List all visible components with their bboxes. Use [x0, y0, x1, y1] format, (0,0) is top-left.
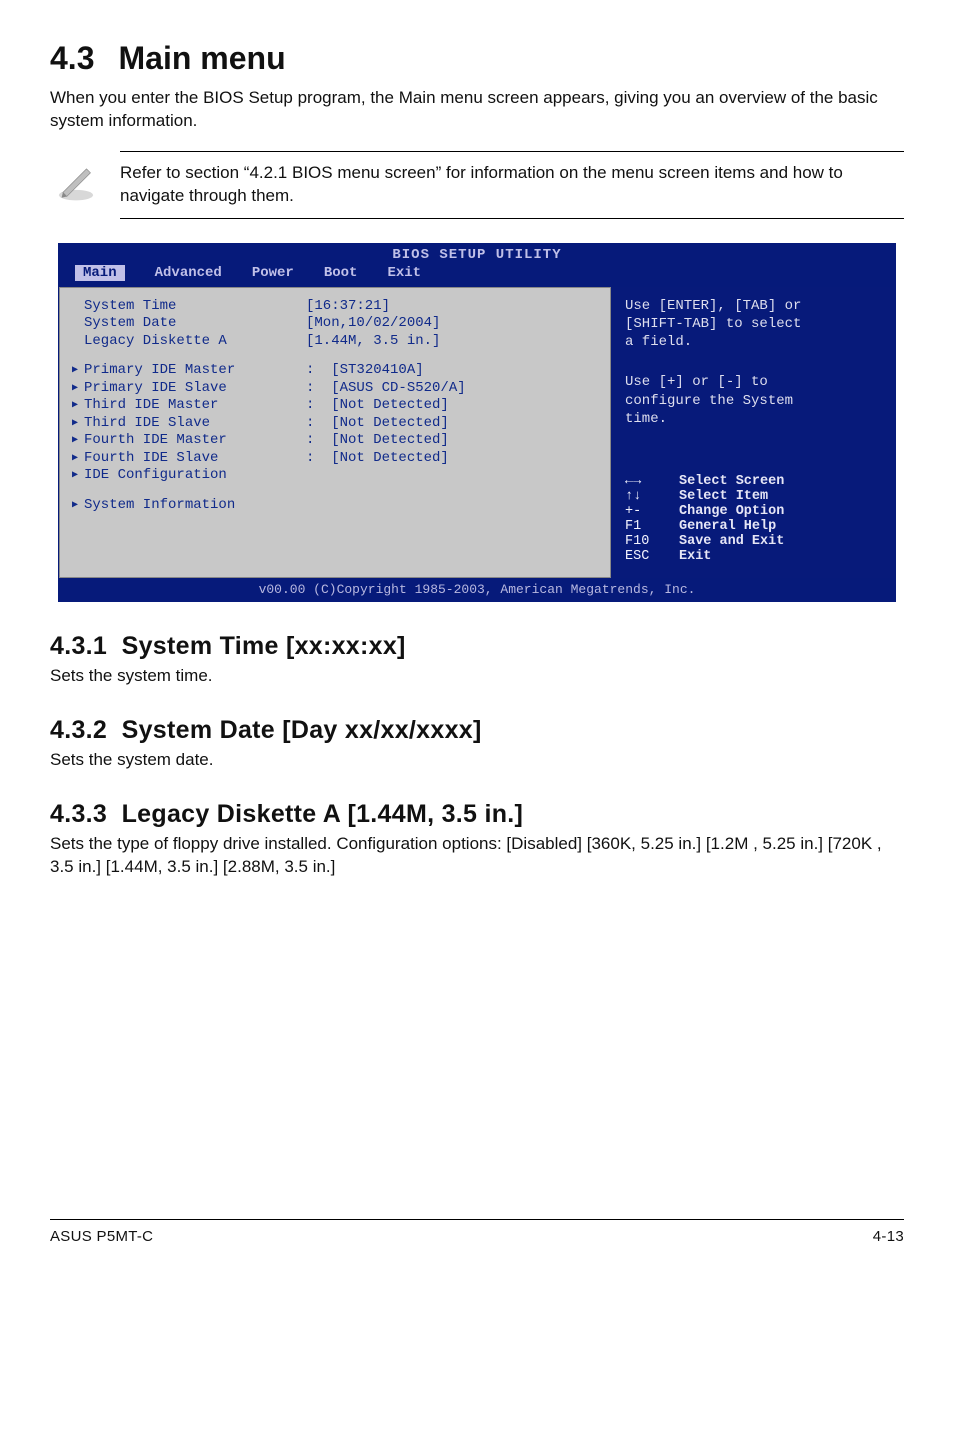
key: F10: [625, 534, 679, 549]
subsection-heading-2: 4.3.2 System Date [Day xx/xx/xxxx]: [50, 716, 904, 745]
note-block: Refer to section “4.2.1 BIOS menu screen…: [50, 151, 904, 219]
submenu-arrow-icon: [72, 450, 84, 468]
subsection-heading-3: 4.3.3 Legacy Diskette A [1.44M, 3.5 in.]: [50, 800, 904, 829]
help-text: Use [ENTER], [TAB] or: [625, 297, 881, 315]
field-label: Third IDE Slave: [84, 415, 306, 433]
subsection-body-1: Sets the system time.: [50, 665, 904, 688]
help-text: a field.: [625, 333, 881, 351]
help-text: configure the System: [625, 392, 881, 410]
footer-product: ASUS P5MT-C: [50, 1228, 153, 1245]
subsection-title: System Time [xx:xx:xx]: [122, 632, 406, 660]
field-label: Third IDE Master: [84, 397, 306, 415]
bios-menu-power: Power: [252, 265, 294, 281]
subsection-title: Legacy Diskette A [1.44M, 3.5 in.]: [122, 800, 524, 828]
bios-body: System Time[16:37:21] System Date[Mon,10…: [59, 287, 895, 578]
bios-menubar: Main Advanced Power Boot Exit: [59, 265, 895, 287]
bios-menu-advanced: Advanced: [155, 265, 222, 281]
section-intro: When you enter the BIOS Setup program, t…: [50, 87, 904, 133]
key-desc: Change Option: [679, 504, 784, 519]
key: +-: [625, 504, 679, 519]
submenu-arrow-icon: [72, 497, 84, 515]
field-value: [16:37:21]: [306, 298, 390, 316]
key-desc: Select Item: [679, 489, 768, 504]
field-label: Legacy Diskette A: [84, 333, 306, 351]
key-desc: Exit: [679, 549, 711, 564]
field-value: [Not Detected]: [331, 450, 449, 468]
bios-title: BIOS SETUP UTILITY: [59, 244, 895, 265]
field-value: [Mon,10/02/2004]: [306, 315, 440, 333]
key: ←→: [625, 474, 679, 489]
field-label: Primary IDE Master: [84, 362, 306, 380]
subsection-number: 4.3.1: [50, 632, 107, 660]
bios-copyright: v00.00 (C)Copyright 1985-2003, American …: [59, 578, 895, 601]
bios-help-pane: Use [ENTER], [TAB] or [SHIFT-TAB] to sel…: [611, 287, 895, 578]
section-title-text: Main menu: [118, 40, 285, 76]
submenu-arrow-icon: [72, 362, 84, 380]
bios-menu-exit: Exit: [387, 265, 421, 281]
page-footer: ASUS P5MT-C 4-13: [50, 1219, 904, 1245]
field-value: [Not Detected]: [331, 397, 449, 415]
section-number: 4.3: [50, 40, 94, 76]
subsection-number: 4.3.3: [50, 800, 107, 828]
key-desc: General Help: [679, 519, 776, 534]
field-value: [ST320410A]: [331, 362, 423, 380]
note-text: Refer to section “4.2.1 BIOS menu screen…: [120, 151, 904, 219]
subsection-number: 4.3.2: [50, 716, 107, 744]
subsection-title: System Date [Day xx/xx/xxxx]: [122, 716, 482, 744]
bios-menu-boot: Boot: [324, 265, 358, 281]
field-label: System Information: [84, 497, 306, 515]
field-label: Fourth IDE Slave: [84, 450, 306, 468]
field-label: Fourth IDE Master: [84, 432, 306, 450]
key-desc: Save and Exit: [679, 534, 784, 549]
field-value: [1.44M, 3.5 in.]: [306, 333, 440, 351]
key: F1: [625, 519, 679, 534]
submenu-arrow-icon: [72, 380, 84, 398]
field-label: System Date: [84, 315, 306, 333]
footer-page-number: 4-13: [873, 1228, 904, 1245]
field-label: System Time: [84, 298, 306, 316]
submenu-arrow-icon: [72, 467, 84, 485]
field-value: [Not Detected]: [331, 415, 449, 433]
submenu-arrow-icon: [72, 432, 84, 450]
subsection-heading-1: 4.3.1 System Time [xx:xx:xx]: [50, 632, 904, 661]
subsection-body-2: Sets the system date.: [50, 749, 904, 772]
field-label: Primary IDE Slave: [84, 380, 306, 398]
key-legend: ←→Select Screen ↑↓Select Item +-Change O…: [625, 474, 881, 564]
submenu-arrow-icon: [72, 397, 84, 415]
field-label: IDE Configuration: [84, 467, 306, 485]
bios-menu-main: Main: [75, 265, 125, 281]
key: ↑↓: [625, 489, 679, 504]
submenu-arrow-icon: [72, 415, 84, 433]
help-text: time.: [625, 410, 881, 428]
pencil-icon: [50, 161, 102, 208]
field-value: [Not Detected]: [331, 432, 449, 450]
key-desc: Select Screen: [679, 474, 784, 489]
subsection-body-3: Sets the type of floppy drive installed.…: [50, 833, 904, 879]
help-text: [SHIFT-TAB] to select: [625, 315, 881, 333]
help-text: Use [+] or [-] to: [625, 373, 881, 391]
field-value: [ASUS CD-S520/A]: [331, 380, 465, 398]
key: ESC: [625, 549, 679, 564]
section-heading: 4.3 Main menu: [50, 40, 904, 77]
bios-screenshot: BIOS SETUP UTILITY Main Advanced Power B…: [58, 243, 896, 602]
bios-left-pane: System Time[16:37:21] System Date[Mon,10…: [59, 287, 611, 578]
